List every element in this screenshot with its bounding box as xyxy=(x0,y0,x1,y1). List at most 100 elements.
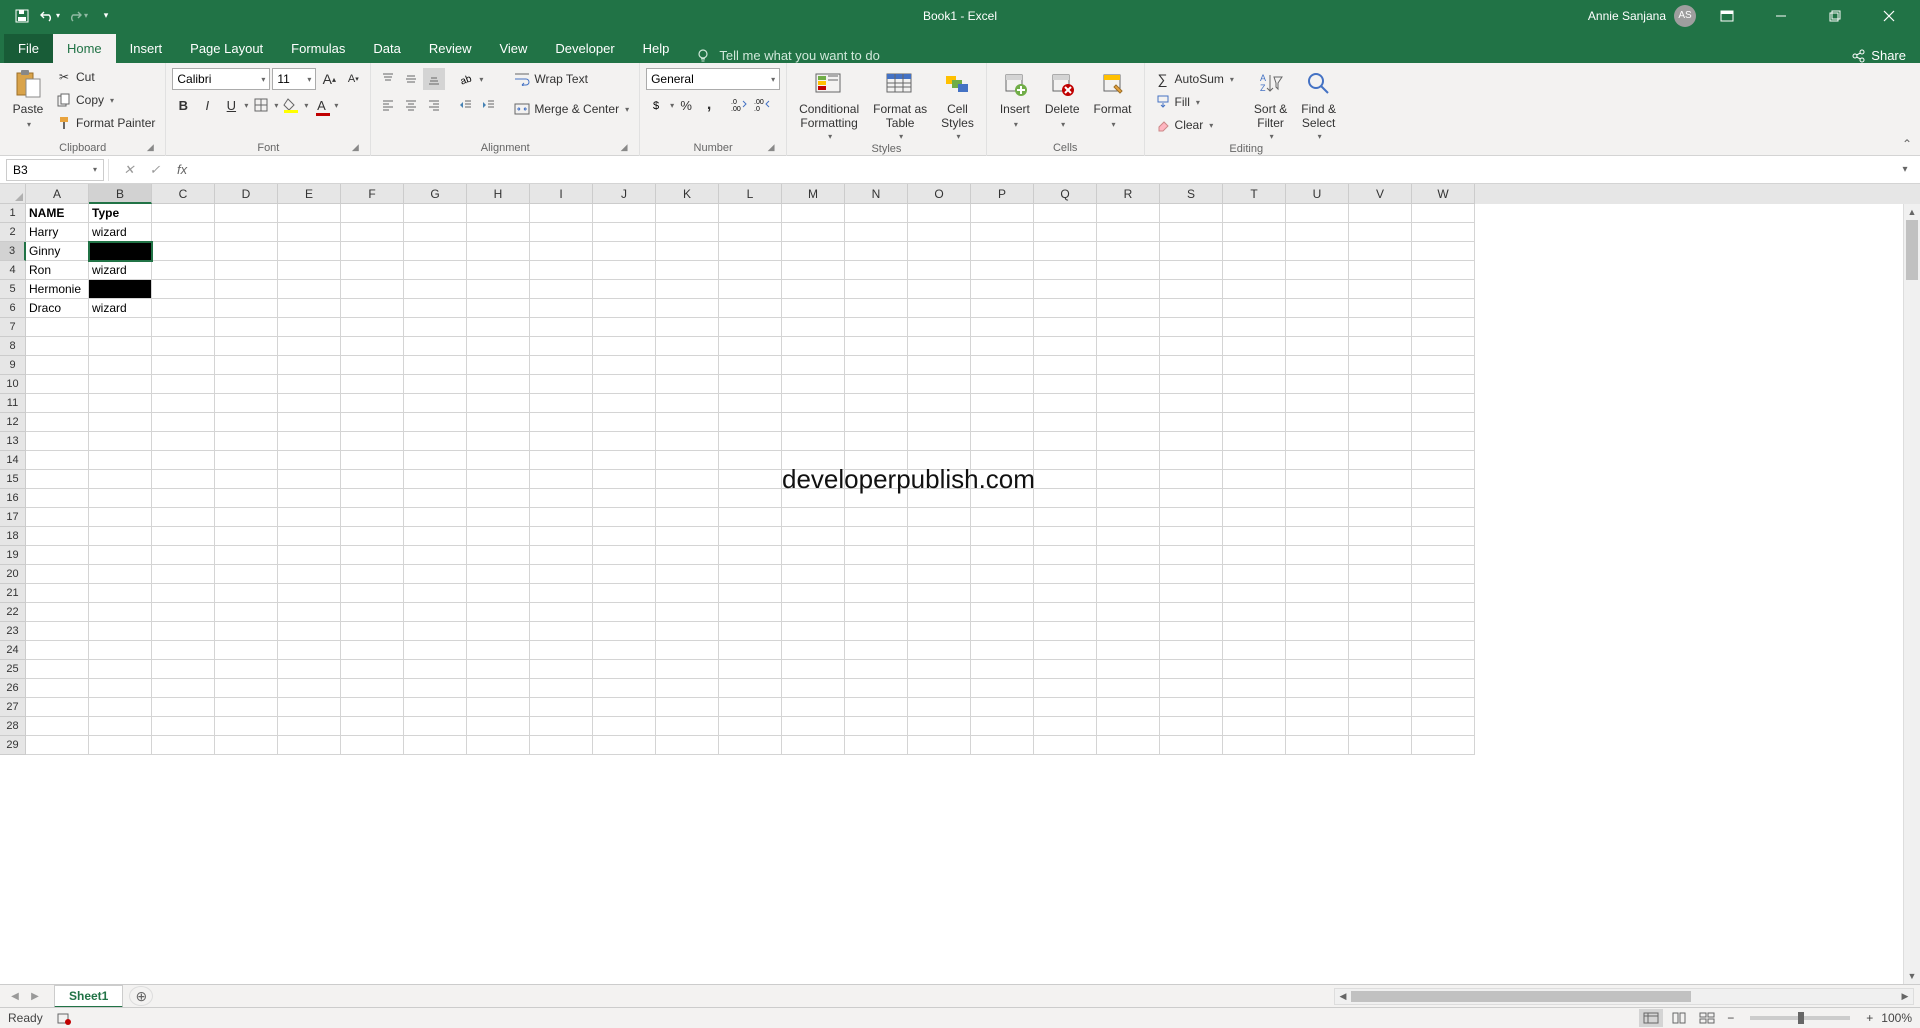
cell-L15[interactable] xyxy=(719,470,782,489)
cell-K13[interactable] xyxy=(656,432,719,451)
align-right-icon[interactable] xyxy=(423,94,445,116)
cell-P29[interactable] xyxy=(971,736,1034,755)
cell-M28[interactable] xyxy=(782,717,845,736)
cell-W1[interactable] xyxy=(1412,204,1475,223)
cell-Q26[interactable] xyxy=(1034,679,1097,698)
cell-R28[interactable] xyxy=(1097,717,1160,736)
cell-S21[interactable] xyxy=(1160,584,1223,603)
minimize-button[interactable] xyxy=(1758,0,1804,31)
cell-I15[interactable] xyxy=(530,470,593,489)
cell-M15[interactable] xyxy=(782,470,845,489)
cell-R3[interactable] xyxy=(1097,242,1160,261)
cell-G19[interactable] xyxy=(404,546,467,565)
cell-F6[interactable] xyxy=(341,299,404,318)
cell-N7[interactable] xyxy=(845,318,908,337)
cell-Q14[interactable] xyxy=(1034,451,1097,470)
cell-N18[interactable] xyxy=(845,527,908,546)
cell-B11[interactable] xyxy=(89,394,152,413)
cell-B16[interactable] xyxy=(89,489,152,508)
cell-G26[interactable] xyxy=(404,679,467,698)
cell-I18[interactable] xyxy=(530,527,593,546)
conditional-formatting-button[interactable]: Conditional Formatting▾ xyxy=(793,66,865,143)
cell-S29[interactable] xyxy=(1160,736,1223,755)
column-header-M[interactable]: M xyxy=(782,184,845,204)
cell-O27[interactable] xyxy=(908,698,971,717)
horizontal-scrollbar[interactable]: ◀ ▶ xyxy=(1334,988,1914,1005)
cell-A4[interactable]: Ron xyxy=(26,261,89,280)
cell-S2[interactable] xyxy=(1160,223,1223,242)
cell-E24[interactable] xyxy=(278,641,341,660)
cell-S8[interactable] xyxy=(1160,337,1223,356)
cell-U1[interactable] xyxy=(1286,204,1349,223)
cell-B27[interactable] xyxy=(89,698,152,717)
cell-M24[interactable] xyxy=(782,641,845,660)
cell-V10[interactable] xyxy=(1349,375,1412,394)
cell-O6[interactable] xyxy=(908,299,971,318)
cell-F4[interactable] xyxy=(341,261,404,280)
cell-T12[interactable] xyxy=(1223,413,1286,432)
cell-I2[interactable] xyxy=(530,223,593,242)
cell-F23[interactable] xyxy=(341,622,404,641)
row-header-17[interactable]: 17 xyxy=(0,508,26,527)
cell-G13[interactable] xyxy=(404,432,467,451)
cell-J15[interactable] xyxy=(593,470,656,489)
cell-Q17[interactable] xyxy=(1034,508,1097,527)
cell-F26[interactable] xyxy=(341,679,404,698)
cancel-formula-icon[interactable]: ✕ xyxy=(117,159,141,181)
cell-J22[interactable] xyxy=(593,603,656,622)
column-header-R[interactable]: R xyxy=(1097,184,1160,204)
cell-L14[interactable] xyxy=(719,451,782,470)
cell-A21[interactable] xyxy=(26,584,89,603)
cell-L10[interactable] xyxy=(719,375,782,394)
cell-C3[interactable] xyxy=(152,242,215,261)
cell-N5[interactable] xyxy=(845,280,908,299)
column-header-I[interactable]: I xyxy=(530,184,593,204)
cell-D15[interactable] xyxy=(215,470,278,489)
cell-J27[interactable] xyxy=(593,698,656,717)
cell-I26[interactable] xyxy=(530,679,593,698)
paste-button[interactable]: Paste▾ xyxy=(6,66,50,134)
formula-input[interactable] xyxy=(193,159,1896,181)
cell-S4[interactable] xyxy=(1160,261,1223,280)
cell-V18[interactable] xyxy=(1349,527,1412,546)
cell-W22[interactable] xyxy=(1412,603,1475,622)
cell-G16[interactable] xyxy=(404,489,467,508)
cell-N27[interactable] xyxy=(845,698,908,717)
cell-D26[interactable] xyxy=(215,679,278,698)
cell-W19[interactable] xyxy=(1412,546,1475,565)
cell-W14[interactable] xyxy=(1412,451,1475,470)
cell-T24[interactable] xyxy=(1223,641,1286,660)
align-middle-icon[interactable] xyxy=(400,68,422,90)
cell-M6[interactable] xyxy=(782,299,845,318)
cell-M2[interactable] xyxy=(782,223,845,242)
cell-R2[interactable] xyxy=(1097,223,1160,242)
cell-P27[interactable] xyxy=(971,698,1034,717)
font-dialog-launcher[interactable]: ◢ xyxy=(348,140,362,154)
font-color-button[interactable]: A xyxy=(310,94,332,116)
column-header-Q[interactable]: Q xyxy=(1034,184,1097,204)
cell-G21[interactable] xyxy=(404,584,467,603)
cell-B8[interactable] xyxy=(89,337,152,356)
cell-L21[interactable] xyxy=(719,584,782,603)
column-header-S[interactable]: S xyxy=(1160,184,1223,204)
cell-E25[interactable] xyxy=(278,660,341,679)
cell-Q4[interactable] xyxy=(1034,261,1097,280)
cell-L22[interactable] xyxy=(719,603,782,622)
cell-T8[interactable] xyxy=(1223,337,1286,356)
format-as-table-button[interactable]: Format as Table▾ xyxy=(867,66,933,143)
cell-P3[interactable] xyxy=(971,242,1034,261)
cell-D16[interactable] xyxy=(215,489,278,508)
cell-Q20[interactable] xyxy=(1034,565,1097,584)
cell-F8[interactable] xyxy=(341,337,404,356)
cell-Q16[interactable] xyxy=(1034,489,1097,508)
cell-B22[interactable] xyxy=(89,603,152,622)
cell-P21[interactable] xyxy=(971,584,1034,603)
cell-P4[interactable] xyxy=(971,261,1034,280)
find-select-button[interactable]: Find & Select▾ xyxy=(1295,66,1342,143)
cell-S9[interactable] xyxy=(1160,356,1223,375)
cell-N29[interactable] xyxy=(845,736,908,755)
cell-J12[interactable] xyxy=(593,413,656,432)
sheet-tab-sheet1[interactable]: Sheet1 xyxy=(54,985,123,1008)
cell-D24[interactable] xyxy=(215,641,278,660)
cell-V7[interactable] xyxy=(1349,318,1412,337)
